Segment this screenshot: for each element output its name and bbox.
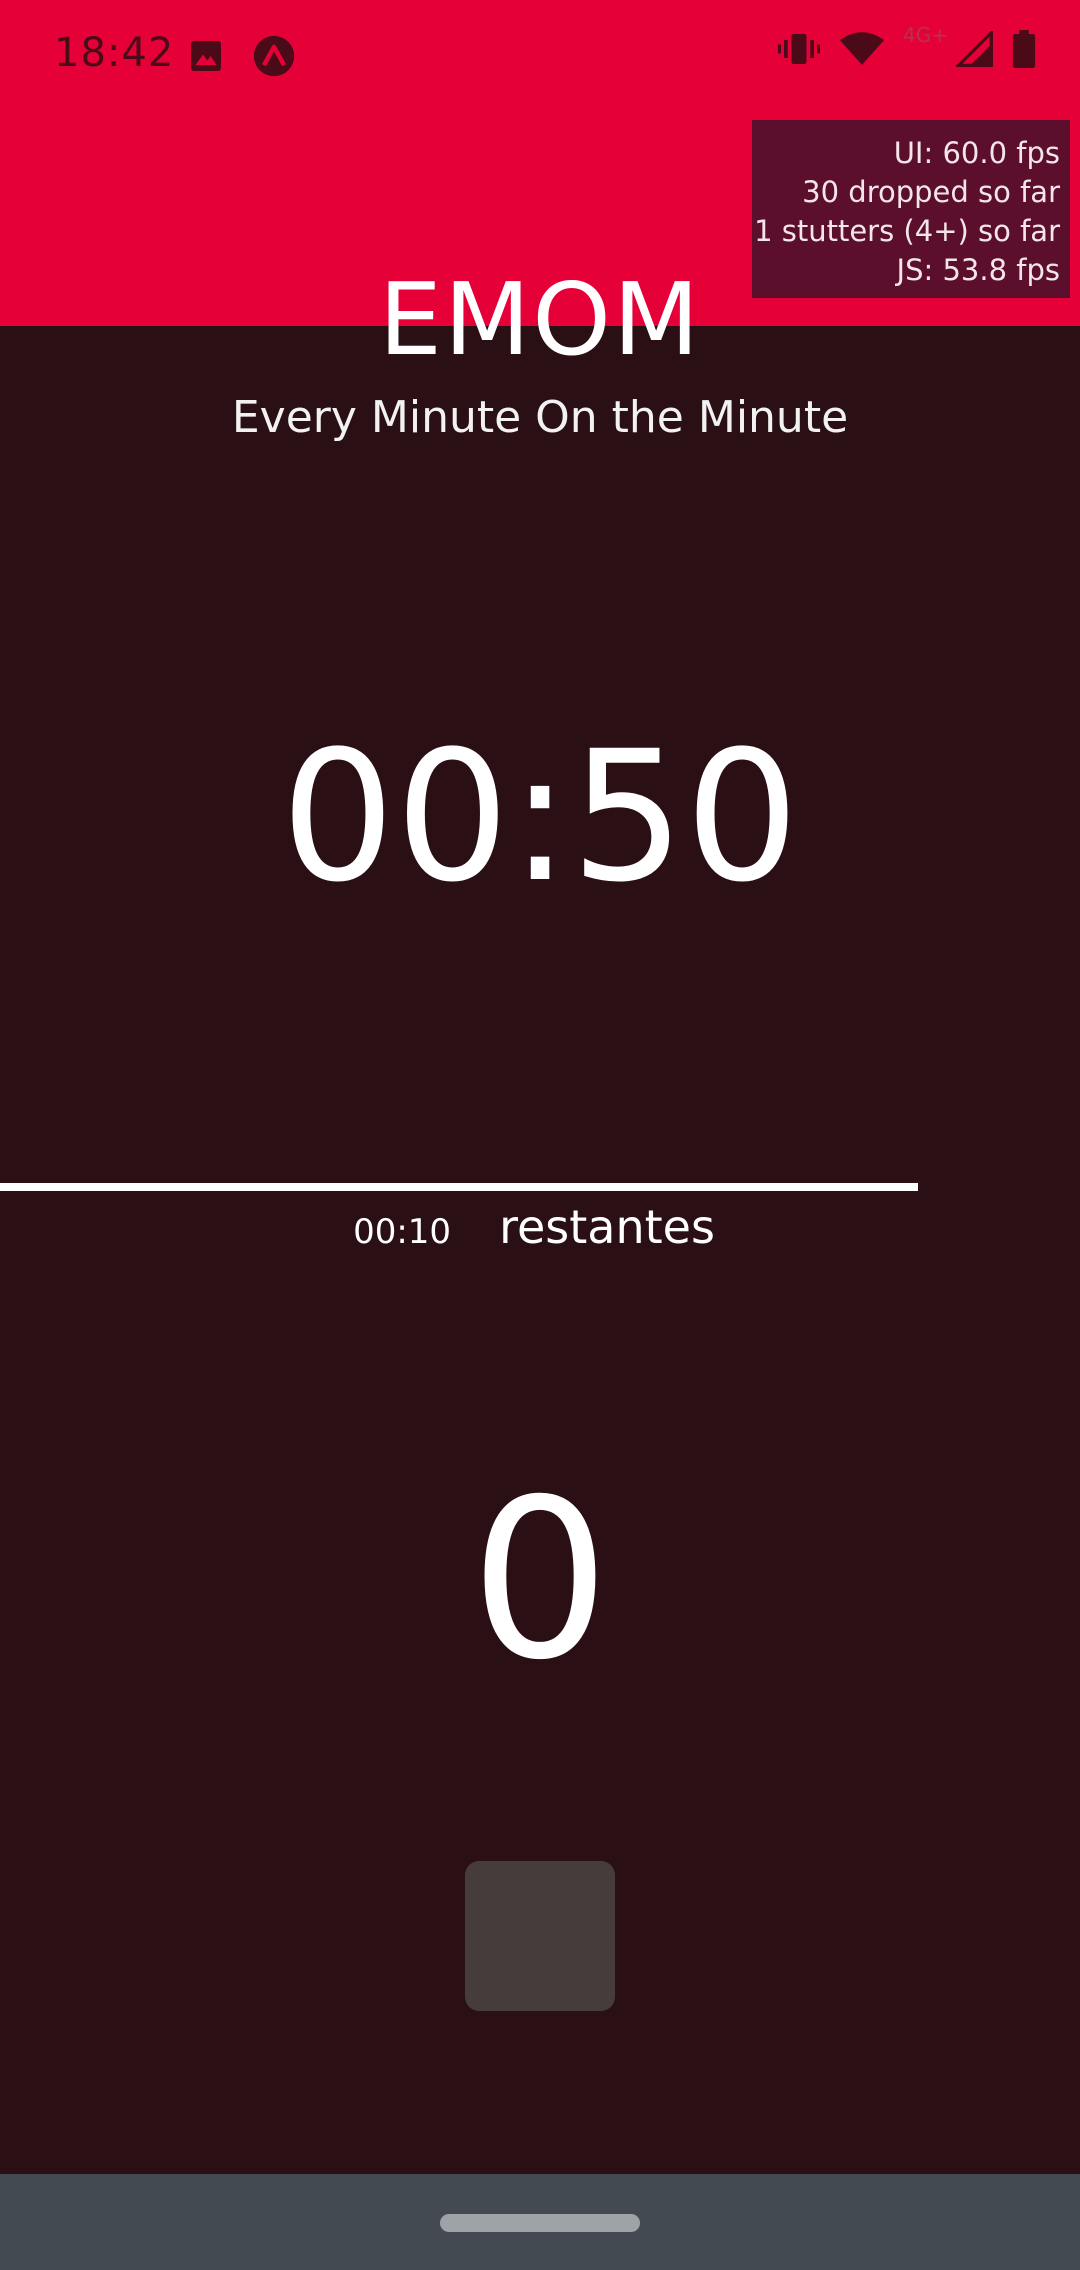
stop-button[interactable] [465, 1861, 615, 2011]
page-subtitle: Every Minute On the Minute [231, 392, 849, 443]
remaining-label: restantes [499, 1200, 715, 1254]
remaining-time: 00:10 [353, 1212, 452, 1252]
status-time: 18:42 [54, 30, 175, 76]
remaining-row: 00:10 restantes [0, 1200, 1080, 1254]
stutters-text: 1 stutters (4+) so far [754, 214, 1060, 248]
network-type-label: 4G+ [903, 23, 948, 47]
battery-icon [1012, 30, 1036, 68]
minute-progress-fill [0, 1183, 918, 1191]
app-notification-icon [253, 35, 295, 77]
image-icon [191, 41, 221, 71]
status-notification-icons [188, 34, 296, 78]
dropped-frames-text: 30 dropped so far [802, 175, 1060, 209]
page-title: EMOM [378, 261, 702, 378]
cell-signal-icon [956, 31, 993, 67]
screen: 18:42 4G+ UI: 60.0 fps 30 dropped so far… [0, 0, 1080, 2270]
navigation-bar [0, 2174, 1080, 2270]
ui-fps-text: UI: 60.0 fps [893, 136, 1060, 170]
home-gesture-handle[interactable] [440, 2214, 640, 2232]
round-counter: 0 [470, 1452, 610, 1708]
vibrate-icon [778, 34, 821, 64]
elapsed-timer: 00:50 [280, 713, 800, 922]
wifi-icon [839, 32, 885, 65]
status-system-icons: 4G+ [777, 23, 1036, 68]
minute-progress-bar [0, 1183, 1080, 1191]
